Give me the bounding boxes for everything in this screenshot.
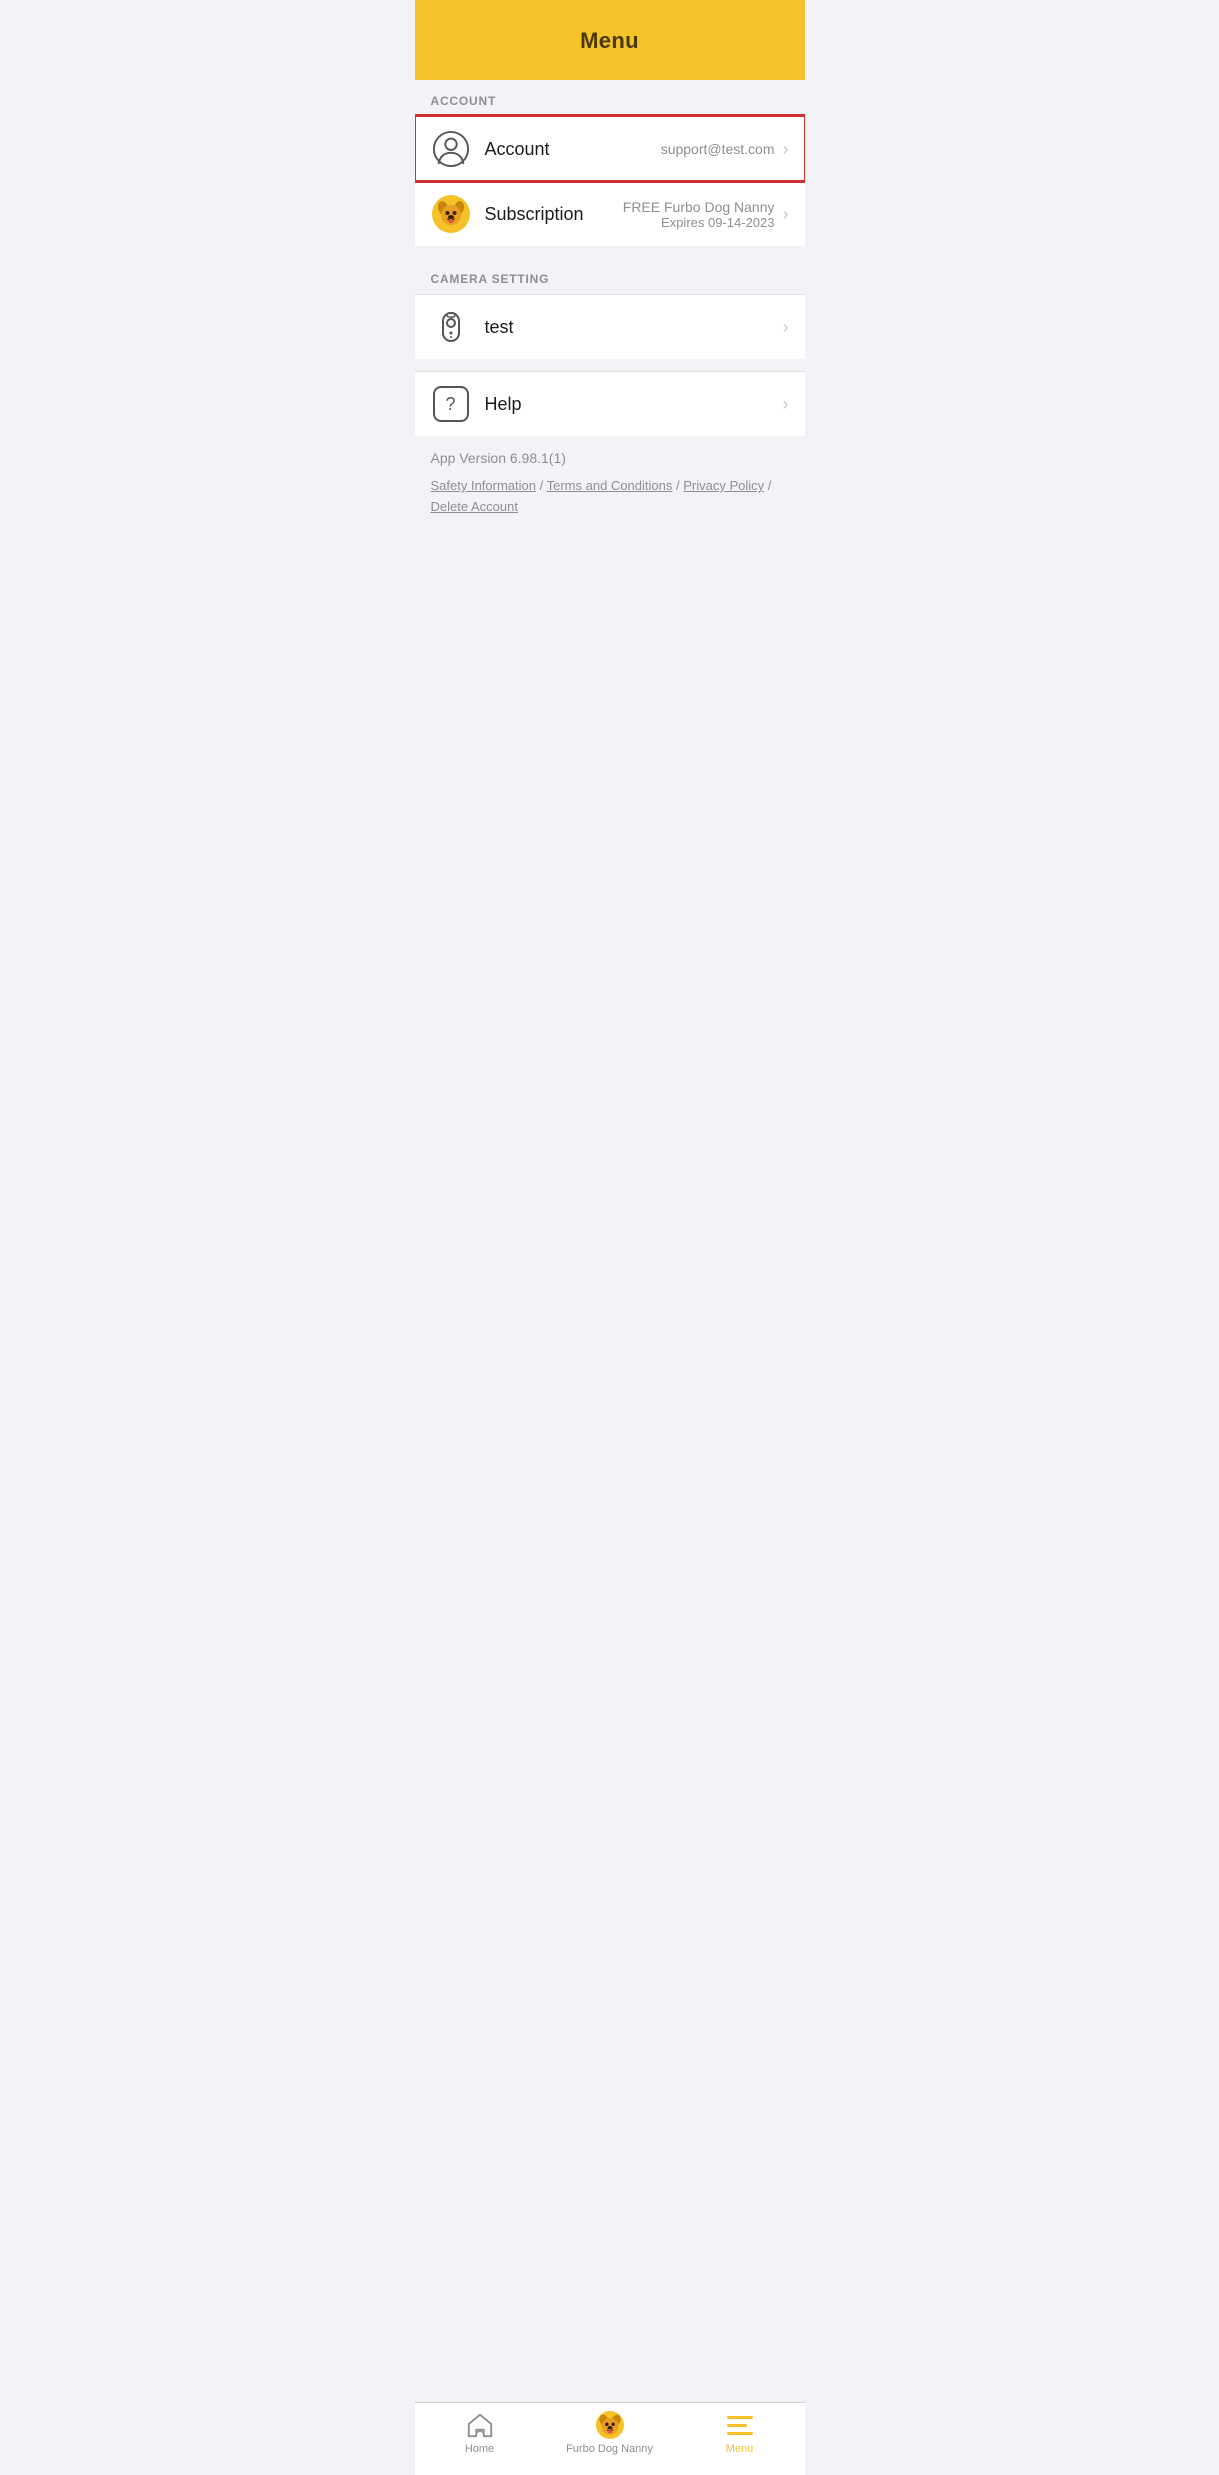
camera-item-content: test bbox=[485, 317, 775, 338]
help-item-title: Help bbox=[485, 394, 775, 415]
section-separator-1 bbox=[415, 246, 805, 258]
subscription-item-title: Subscription bbox=[485, 204, 623, 225]
subscription-chevron: › bbox=[783, 204, 789, 225]
camera-item-title: test bbox=[485, 317, 775, 338]
account-item-title: Account bbox=[485, 139, 661, 160]
account-email: support@test.com bbox=[661, 141, 775, 157]
page-title: Menu bbox=[580, 28, 639, 54]
camera-chevron: › bbox=[783, 317, 789, 338]
app-info-section: App Version 6.98.1(1) Safety Information… bbox=[415, 436, 805, 524]
safety-info-link[interactable]: Safety Information bbox=[431, 478, 537, 493]
help-icon: ? bbox=[431, 384, 471, 424]
delete-account-link[interactable]: Delete Account bbox=[431, 499, 518, 514]
section-separator-2 bbox=[415, 359, 805, 371]
camera-device-icon bbox=[431, 307, 471, 347]
sep-1: / bbox=[540, 478, 547, 493]
subscription-value: FREE Furbo Dog Nanny bbox=[623, 199, 775, 215]
help-menu-item[interactable]: ? Help › bbox=[415, 371, 805, 436]
camera-menu-item[interactable]: test › bbox=[415, 294, 805, 359]
help-chevron: › bbox=[783, 394, 789, 415]
app-version: App Version 6.98.1(1) bbox=[431, 450, 789, 466]
sep-3: / bbox=[768, 478, 772, 493]
help-item-content: Help bbox=[485, 394, 775, 415]
account-item-right: support@test.com bbox=[661, 141, 775, 157]
terms-link[interactable]: Terms and Conditions bbox=[547, 478, 673, 493]
subscription-expiry: Expires 09-14-2023 bbox=[661, 215, 774, 230]
subscription-item-content: Subscription bbox=[485, 204, 623, 225]
main-content: ACCOUNT Account support@test.com › bbox=[415, 80, 805, 844]
footer-links: Safety Information / Terms and Condition… bbox=[431, 476, 789, 518]
privacy-link[interactable]: Privacy Policy bbox=[683, 478, 764, 493]
subscription-menu-item[interactable]: Subscription FREE Furbo Dog Nanny Expire… bbox=[415, 181, 805, 246]
account-item-content: Account bbox=[485, 139, 661, 160]
account-menu-item[interactable]: Account support@test.com › bbox=[415, 116, 805, 181]
account-section-label: ACCOUNT bbox=[415, 80, 805, 116]
account-chevron: › bbox=[783, 139, 789, 160]
dog-nanny-icon bbox=[431, 194, 471, 234]
camera-section-label: CAMERA SETTING bbox=[415, 258, 805, 294]
user-icon bbox=[431, 129, 471, 169]
page-header: Menu bbox=[415, 0, 805, 80]
subscription-item-right: FREE Furbo Dog Nanny Expires 09-14-2023 bbox=[623, 199, 775, 230]
